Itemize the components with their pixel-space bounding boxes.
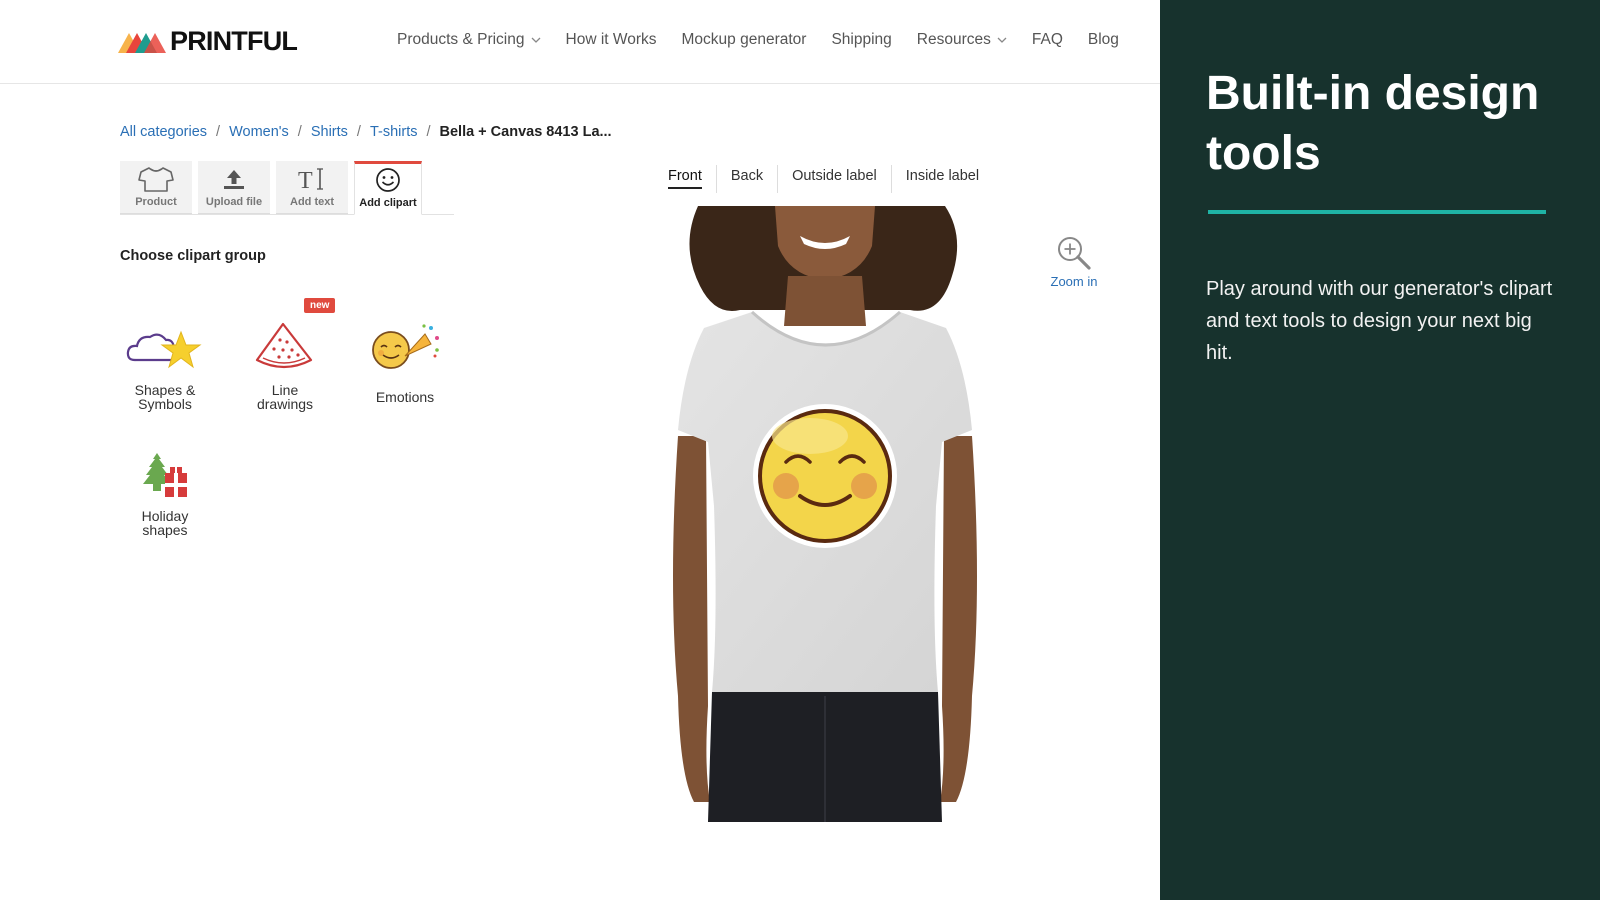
- tab-back[interactable]: Back: [715, 165, 777, 193]
- tree-gift-icon: [143, 453, 187, 497]
- breadcrumb-tshirts[interactable]: T-shirts: [370, 124, 418, 140]
- logo-text: PRINTFUL: [170, 25, 298, 56]
- breadcrumb-separator: /: [356, 124, 361, 140]
- breadcrumb-womens[interactable]: Women's: [229, 124, 289, 140]
- clipart-group-label: Shapes & Symbols: [134, 382, 196, 412]
- editor-area: PRINTFUL Products & Pricing How it Works…: [0, 0, 1160, 900]
- feature-title: Built-in design tools: [1206, 67, 1540, 180]
- watermelon-icon: [255, 322, 313, 369]
- clipart-group-label: Emotions: [375, 389, 435, 405]
- clipart-heading: Choose clipart group: [120, 248, 266, 264]
- tool-label: Add clipart: [359, 197, 417, 209]
- breadcrumb-shirts[interactable]: Shirts: [311, 124, 348, 140]
- nav-faq[interactable]: FAQ: [1032, 31, 1063, 49]
- tshirt-icon: [138, 167, 174, 192]
- tab-label: Inside label: [905, 168, 980, 184]
- model-tshirt-illustration: [673, 206, 977, 822]
- clipart-group-label: Holiday shapes: [141, 508, 189, 538]
- tool-add-clipart[interactable]: Add clipart: [354, 161, 422, 215]
- breadcrumb-separator: /: [297, 124, 302, 140]
- design-tools-bar: Product Upload file T Add text Add clipa…: [120, 161, 454, 215]
- svg-text:T: T: [298, 168, 313, 192]
- tab-front[interactable]: Front: [658, 165, 716, 193]
- new-badge: new: [304, 298, 336, 313]
- chevron-down-icon: [997, 37, 1007, 43]
- cloud-star-icon: [126, 330, 202, 369]
- printful-logo[interactable]: PRINTFUL: [118, 25, 298, 56]
- clipart-group-shapes-symbols[interactable]: Shapes & Symbols: [110, 314, 220, 411]
- nav-products-pricing[interactable]: Products & Pricing: [397, 31, 541, 49]
- nav-blog[interactable]: Blog: [1088, 31, 1119, 49]
- chevron-down-icon: [531, 37, 540, 43]
- tab-label: Front: [668, 168, 702, 189]
- tool-label: Upload file: [205, 196, 263, 208]
- tool-product[interactable]: Product: [120, 161, 192, 214]
- tab-inside-label[interactable]: Inside label: [890, 165, 993, 193]
- clipart-group-holiday-shapes[interactable]: Holiday shapes: [110, 448, 220, 537]
- tool-label: Add text: [290, 196, 334, 208]
- nav-label: FAQ: [1031, 31, 1063, 48]
- zoom-in-button[interactable]: Zoom in: [1048, 234, 1100, 289]
- product-mockup: [660, 206, 990, 822]
- tool-add-text[interactable]: T Add text: [276, 161, 348, 214]
- nav-resources[interactable]: Resources: [917, 31, 1007, 49]
- zoom-in-label: Zoom in: [1050, 274, 1098, 289]
- tab-outside-label[interactable]: Outside label: [777, 165, 891, 193]
- breadcrumb-separator: /: [216, 124, 221, 140]
- smiley-icon: [376, 168, 400, 192]
- nav-label: Shipping: [831, 31, 892, 48]
- clipart-group-label: Line drawings: [256, 382, 314, 412]
- tab-label: Outside label: [792, 168, 877, 184]
- breadcrumb-current: Bella + Canvas 8413 La...: [439, 124, 612, 140]
- nav-label: Products & Pricing: [397, 31, 525, 48]
- clipart-group-emotions[interactable]: Emotions: [350, 314, 460, 404]
- accent-divider: [1208, 210, 1546, 214]
- nav-shipping[interactable]: Shipping: [831, 31, 891, 49]
- feature-panel: Built-in design tools Play around with o…: [1160, 0, 1600, 900]
- nav-label: Mockup generator: [681, 31, 807, 48]
- tool-label: Product: [135, 196, 177, 208]
- breadcrumb: All categories / Women's / Shirts / T-sh…: [120, 124, 612, 140]
- nav-mockup-generator[interactable]: Mockup generator: [682, 31, 807, 49]
- nav-label: Blog: [1087, 31, 1119, 48]
- tool-upload-file[interactable]: Upload file: [198, 161, 270, 214]
- feature-description: Play around with our generator's clipart…: [1206, 278, 1553, 364]
- logo-mark-icon: [118, 33, 166, 53]
- site-header: PRINTFUL Products & Pricing How it Works…: [0, 0, 1160, 84]
- view-tabs: Front Back Outside label Inside label: [658, 165, 993, 193]
- upload-icon: [224, 170, 244, 189]
- nav-label: How it Works: [565, 31, 657, 48]
- breadcrumb-separator: /: [426, 124, 431, 140]
- main-nav: Products & Pricing How it Works Mockup g…: [397, 31, 1119, 49]
- nav-label: Resources: [916, 31, 991, 48]
- party-emoji-icon: [372, 324, 439, 369]
- nav-how-it-works[interactable]: How it Works: [566, 31, 657, 49]
- tab-label: Back: [730, 168, 764, 184]
- breadcrumb-all-categories[interactable]: All categories: [120, 124, 207, 140]
- text-icon: T: [298, 168, 323, 192]
- clipart-group-line-drawings[interactable]: Line drawings: [230, 314, 340, 411]
- zoom-in-icon: [1058, 237, 1091, 270]
